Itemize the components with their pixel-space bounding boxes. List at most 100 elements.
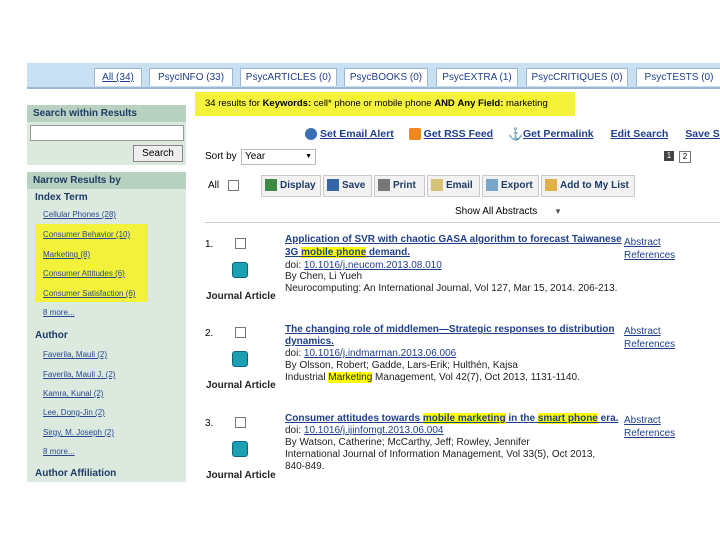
facet-consumer-satisfaction[interactable]: Consumer Satisfaction (6) — [43, 289, 135, 298]
display-icon — [265, 179, 277, 192]
narrow-results-panel: Narrow Results by Index Term Cellular Ph… — [27, 172, 186, 482]
title-text: Consumer attitudes towards — [285, 413, 421, 424]
source-text: Management, Vol 42(7), Oct 2013, 1131-11… — [375, 372, 580, 383]
author-affiliation-heading: Author Affiliation — [35, 468, 117, 479]
sort-by-select[interactable]: Year ▼ — [241, 149, 316, 165]
result-count: 34 results for — [205, 98, 260, 109]
facet-author-1[interactable]: Faverila, Mauli (2) — [43, 350, 107, 359]
alarm-clock-icon — [305, 128, 317, 141]
floppy-disk-icon — [327, 179, 339, 192]
anchor-icon: ⚓ — [508, 127, 523, 142]
result-title[interactable]: Consumer attitudes towards mobile market… — [285, 413, 618, 424]
tab-psyctests[interactable]: PsycTESTS (0) — [636, 68, 720, 86]
references-link[interactable]: References — [624, 250, 675, 261]
facet-cellular-phones[interactable]: Cellular Phones (28) — [43, 210, 116, 219]
set-email-alert-link[interactable]: Set Email Alert — [320, 128, 394, 140]
narrow-results-title: Narrow Results by — [27, 172, 186, 189]
doi-link[interactable]: 10.1016/j.indmarman.2013.06.006 — [304, 348, 456, 359]
result-authors: By Watson, Catherine; McCarthy, Jeff; Ro… — [285, 437, 530, 448]
print-button[interactable]: Print — [374, 175, 425, 197]
result-type: Journal Article — [206, 291, 276, 302]
tab-psycbooks[interactable]: PsycBOOKS (0) — [344, 68, 428, 86]
email-button[interactable]: Email — [427, 175, 480, 197]
facet-consumer-behavior[interactable]: Consumer Behavior (10) — [43, 230, 130, 239]
result-authors: By Chen, Li Yueh — [285, 271, 363, 282]
export-button[interactable]: Export — [482, 175, 539, 197]
result-doi: doi: 10.1016/j.ijinfomgt.2013.06.004 — [285, 425, 443, 436]
result-title[interactable]: Application of SVR with chaotic GASA alg… — [285, 234, 622, 245]
keywords-value: cell* phone or mobile phone — [313, 98, 432, 109]
result-type: Journal Article — [206, 380, 276, 391]
page-1[interactable]: 1 — [664, 151, 674, 161]
select-all-checkbox[interactable] — [228, 180, 239, 191]
save-label: Save — [342, 180, 366, 191]
abstract-link[interactable]: Abstract — [624, 237, 661, 248]
result-title-line2[interactable]: 3G mobile phone demand. — [285, 247, 410, 258]
tab-psycarticles[interactable]: PsycARTICLES (0) — [240, 68, 337, 86]
add-to-my-list-label: Add to My List — [560, 180, 629, 191]
journal-article-icon — [232, 351, 248, 367]
and-operator: AND — [434, 98, 455, 109]
result-checkbox[interactable] — [235, 238, 246, 249]
facet-author-4[interactable]: Lee, Dong-Jin (2) — [43, 408, 105, 417]
result-title-line2[interactable]: dynamics. — [285, 336, 334, 347]
author-more-link[interactable]: 8 more... — [43, 447, 75, 456]
result-number: 3. — [205, 418, 214, 429]
show-all-abstracts-label: Show All Abstracts — [455, 206, 538, 217]
tab-psycextra[interactable]: PsycEXTRA (1) — [436, 68, 518, 86]
result-checkbox[interactable] — [235, 417, 246, 428]
abstract-link[interactable]: Abstract — [624, 415, 661, 426]
index-term-heading: Index Term — [35, 192, 88, 203]
divider — [205, 222, 720, 223]
query-summary: 34 results for Keywords: cell* phone or … — [195, 92, 575, 116]
search-within-panel: Search within Results Search — [27, 105, 186, 165]
source-text: Industrial — [285, 372, 326, 383]
facet-author-3[interactable]: Kamra, Kunal (2) — [43, 389, 103, 398]
index-term-more-link[interactable]: 8 more... — [43, 308, 75, 317]
references-link[interactable]: References — [624, 339, 675, 350]
display-label: Display — [280, 180, 316, 191]
tab-psyccritiques[interactable]: PsycCRITIQUES (0) — [526, 68, 628, 86]
keywords-label: Keywords — [262, 98, 308, 109]
abstract-link[interactable]: Abstract — [624, 326, 661, 337]
any-field-label: Any Field — [457, 98, 501, 109]
get-permalink-link[interactable]: Get Permalink — [523, 128, 594, 140]
sort-by-label: Sort by — [205, 151, 237, 162]
get-rss-feed-link[interactable]: Get RSS Feed — [424, 128, 493, 140]
title-highlight: smart phone — [537, 413, 598, 424]
doi-label: doi: — [285, 260, 302, 271]
facet-author-2[interactable]: Faverila, Mauli J. (2) — [43, 370, 115, 379]
tab-all[interactable]: All (34) — [94, 68, 142, 86]
save-search-link[interactable]: Save Search — [685, 128, 720, 140]
facet-author-5[interactable]: Sirgy, M. Joseph (2) — [43, 428, 114, 437]
title-text: era. — [600, 413, 619, 424]
references-link[interactable]: References — [624, 428, 675, 439]
journal-article-icon — [232, 262, 248, 278]
result-title[interactable]: The changing role of middlemen—Strategic… — [285, 324, 614, 335]
result-doi: doi: 10.1016/j.indmarman.2013.06.006 — [285, 348, 456, 359]
page-2[interactable]: 2 — [679, 151, 691, 163]
facet-consumer-attitudes[interactable]: Consumer Attitudes (6) — [43, 269, 125, 278]
result-number: 2. — [205, 328, 214, 339]
result-source: Neurocomputing: An International Journal… — [285, 283, 618, 294]
result-checkbox[interactable] — [235, 327, 246, 338]
edit-search-link[interactable]: Edit Search — [611, 128, 669, 140]
doi-link[interactable]: 10.1016/j.neucom.2013.08.010 — [304, 260, 442, 271]
result-source: Industrial Marketing Management, Vol 42(… — [285, 372, 580, 383]
title-text: 3G — [285, 247, 299, 258]
email-label: Email — [446, 180, 473, 191]
result-type: Journal Article — [206, 470, 276, 481]
doi-link[interactable]: 10.1016/j.ijinfomgt.2013.06.004 — [304, 425, 444, 436]
add-to-my-list-button[interactable]: Add to My List — [541, 175, 635, 197]
display-button[interactable]: Display — [261, 175, 321, 197]
printer-icon — [378, 179, 390, 192]
search-within-button[interactable]: Search — [133, 145, 183, 162]
doi-label: doi: — [285, 425, 302, 436]
search-within-input[interactable] — [30, 125, 184, 141]
chevron-down-icon: ▼ — [554, 207, 562, 216]
save-button[interactable]: Save — [323, 175, 372, 197]
result-number: 1. — [205, 239, 214, 250]
facet-marketing[interactable]: Marketing (8) — [43, 250, 90, 259]
show-all-abstracts[interactable]: Show All Abstracts ▼ — [455, 206, 562, 217]
tab-psycinfo[interactable]: PsycINFO (33) — [149, 68, 233, 86]
